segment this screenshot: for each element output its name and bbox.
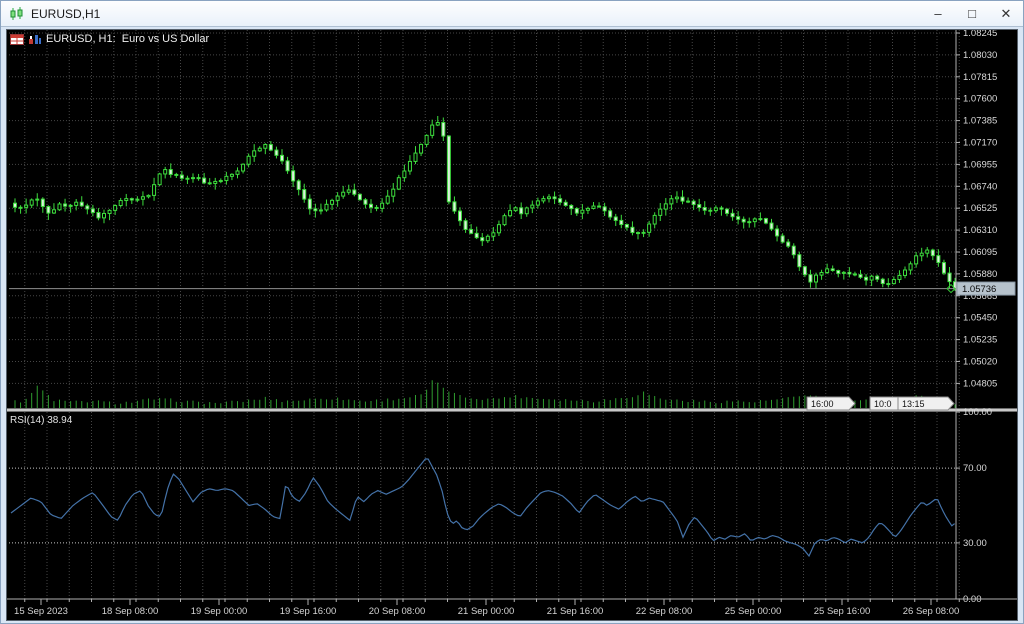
svg-text:1.08030: 1.08030	[963, 50, 997, 61]
rsi-indicator-label: RSI(14) 38.94	[10, 415, 72, 426]
svg-text:1.06955: 1.06955	[963, 159, 997, 170]
chart-header: EURUSD, H1: Euro vs US Dollar	[10, 33, 209, 45]
svg-text:1.06525: 1.06525	[963, 203, 997, 214]
chart-mode-icon[interactable]	[28, 34, 42, 45]
svg-text:25 Sep 00:00: 25 Sep 00:00	[725, 606, 782, 617]
svg-text:13:15: 13:15	[902, 399, 925, 409]
quotes-table-icon[interactable]	[10, 34, 24, 45]
svg-text:100.00: 100.00	[963, 407, 992, 418]
svg-text:25 Sep 16:00: 25 Sep 16:00	[814, 606, 871, 617]
svg-text:1.07170: 1.07170	[963, 138, 997, 149]
svg-text:18 Sep 08:00: 18 Sep 08:00	[102, 606, 159, 617]
svg-text:19 Sep 16:00: 19 Sep 16:00	[280, 606, 337, 617]
chart-canvas[interactable]: 1.08245 1.08030 1.07815 1.07600 1.07385 1.071…	[7, 30, 1017, 620]
svg-text:15 Sep 2023: 15 Sep 2023	[14, 606, 68, 617]
svg-text:21 Sep 00:00: 21 Sep 00:00	[458, 606, 515, 617]
pane-separator	[7, 408, 1017, 412]
svg-text:1.05450: 1.05450	[963, 313, 997, 324]
svg-text:70.00: 70.00	[963, 463, 987, 474]
svg-text:22 Sep 08:00: 22 Sep 08:00	[636, 606, 693, 617]
svg-text:1.07600: 1.07600	[963, 94, 997, 105]
svg-text:20 Sep 08:00: 20 Sep 08:00	[369, 606, 426, 617]
svg-text:26 Sep 08:00: 26 Sep 08:00	[903, 606, 960, 617]
svg-text:1.05736: 1.05736	[962, 284, 996, 295]
svg-text:1.06095: 1.06095	[963, 247, 997, 258]
chart-frame: EURUSD, H1: Euro vs US Dollar RSI(14) 38…	[1, 27, 1023, 624]
svg-text:10:0: 10:0	[874, 399, 892, 409]
svg-text:1.05020: 1.05020	[963, 357, 997, 368]
candles	[14, 116, 957, 291]
svg-text:21 Sep 16:00: 21 Sep 16:00	[547, 606, 604, 617]
svg-text:16:00: 16:00	[811, 399, 834, 409]
svg-text:30.00: 30.00	[963, 538, 987, 549]
window-title: EURUSD,H1	[31, 7, 100, 21]
minimize-button[interactable]: –	[921, 1, 955, 26]
app-icon	[9, 7, 25, 21]
window-controls: – □ ✕	[921, 1, 1023, 26]
title-bar: EURUSD,H1 – □ ✕	[1, 1, 1023, 27]
svg-text:1.07815: 1.07815	[963, 72, 997, 83]
price-axis[interactable]: 1.08245 1.08030 1.07815 1.07600 1.07385 1.071…	[956, 30, 997, 605]
chart-area[interactable]: EURUSD, H1: Euro vs US Dollar RSI(14) 38…	[6, 29, 1018, 621]
svg-text:1.05880: 1.05880	[963, 269, 997, 280]
chart-symbol-label: EURUSD, H1: Euro vs US Dollar	[46, 33, 209, 45]
svg-text:1.08245: 1.08245	[963, 30, 997, 39]
time-flags[interactable]: 16:00 10:0 13:15	[807, 397, 954, 410]
svg-text:1.04805: 1.04805	[963, 378, 997, 389]
app-window: EURUSD,H1 – □ ✕	[0, 0, 1024, 624]
close-button[interactable]: ✕	[989, 1, 1023, 26]
svg-text:1.06740: 1.06740	[963, 181, 997, 192]
svg-text:1.07385: 1.07385	[963, 116, 997, 127]
maximize-button[interactable]: □	[955, 1, 989, 26]
rsi-line	[11, 459, 955, 556]
time-axis[interactable]: 15 Sep 2023 18 Sep 08:00 19 Sep 00:00 19 Se…	[7, 599, 1017, 617]
svg-text:19 Sep 00:00: 19 Sep 00:00	[191, 606, 248, 617]
svg-text:1.05235: 1.05235	[963, 335, 997, 346]
svg-text:1.06310: 1.06310	[963, 225, 997, 236]
current-price-group: 1.05736	[9, 282, 1015, 295]
